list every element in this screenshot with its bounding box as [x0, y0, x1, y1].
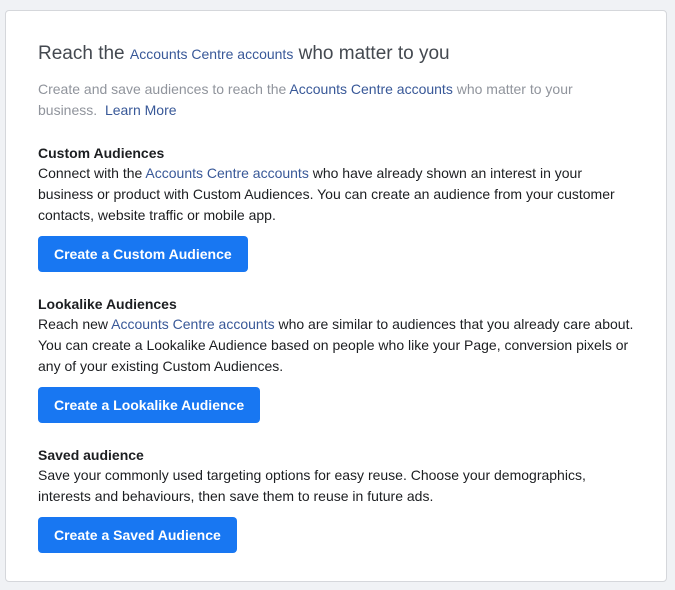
section-title: Lookalike Audiences — [38, 296, 177, 312]
create-lookalike-audience-button[interactable]: Create a Lookalike Audience — [38, 387, 261, 423]
title-accounts-link[interactable]: Accounts Centre accounts — [130, 46, 293, 62]
section-description: Save your commonly used targeting option… — [38, 467, 586, 504]
section-description: Connect with the Accounts Centre account… — [38, 163, 638, 226]
saved-audience-section: Saved audience Save your commonly used t… — [38, 445, 638, 553]
learn-more-link[interactable]: Learn More — [105, 102, 177, 118]
lookalike-audiences-section: Lookalike Audiences Reach new Accounts C… — [38, 294, 638, 423]
intro-prefix: Create and save audiences to reach the — [38, 81, 290, 97]
page-title: Reach the Accounts Centre accounts who m… — [38, 41, 634, 67]
description-prefix: Connect with the — [38, 165, 146, 181]
intro-text: Create and save audiences to reach the A… — [38, 79, 598, 121]
lookalike-accounts-link[interactable]: Accounts Centre accounts — [111, 316, 274, 332]
section-title: Saved audience — [38, 447, 144, 463]
section-description: Reach new Accounts Centre accounts who a… — [38, 314, 638, 377]
description-prefix: Reach new — [38, 316, 112, 332]
intro-accounts-link[interactable]: Accounts Centre accounts — [289, 81, 452, 97]
title-prefix: Reach the — [38, 43, 130, 64]
custom-audiences-section: Custom Audiences Connect with the Accoun… — [38, 143, 638, 272]
create-saved-audience-button[interactable]: Create a Saved Audience — [38, 517, 237, 553]
audiences-card: Reach the Accounts Centre accounts who m… — [5, 10, 667, 582]
create-custom-audience-button[interactable]: Create a Custom Audience — [38, 236, 248, 272]
title-suffix: who matter to you — [293, 43, 450, 64]
section-title: Custom Audiences — [38, 145, 165, 161]
custom-accounts-link[interactable]: Accounts Centre accounts — [145, 165, 308, 181]
